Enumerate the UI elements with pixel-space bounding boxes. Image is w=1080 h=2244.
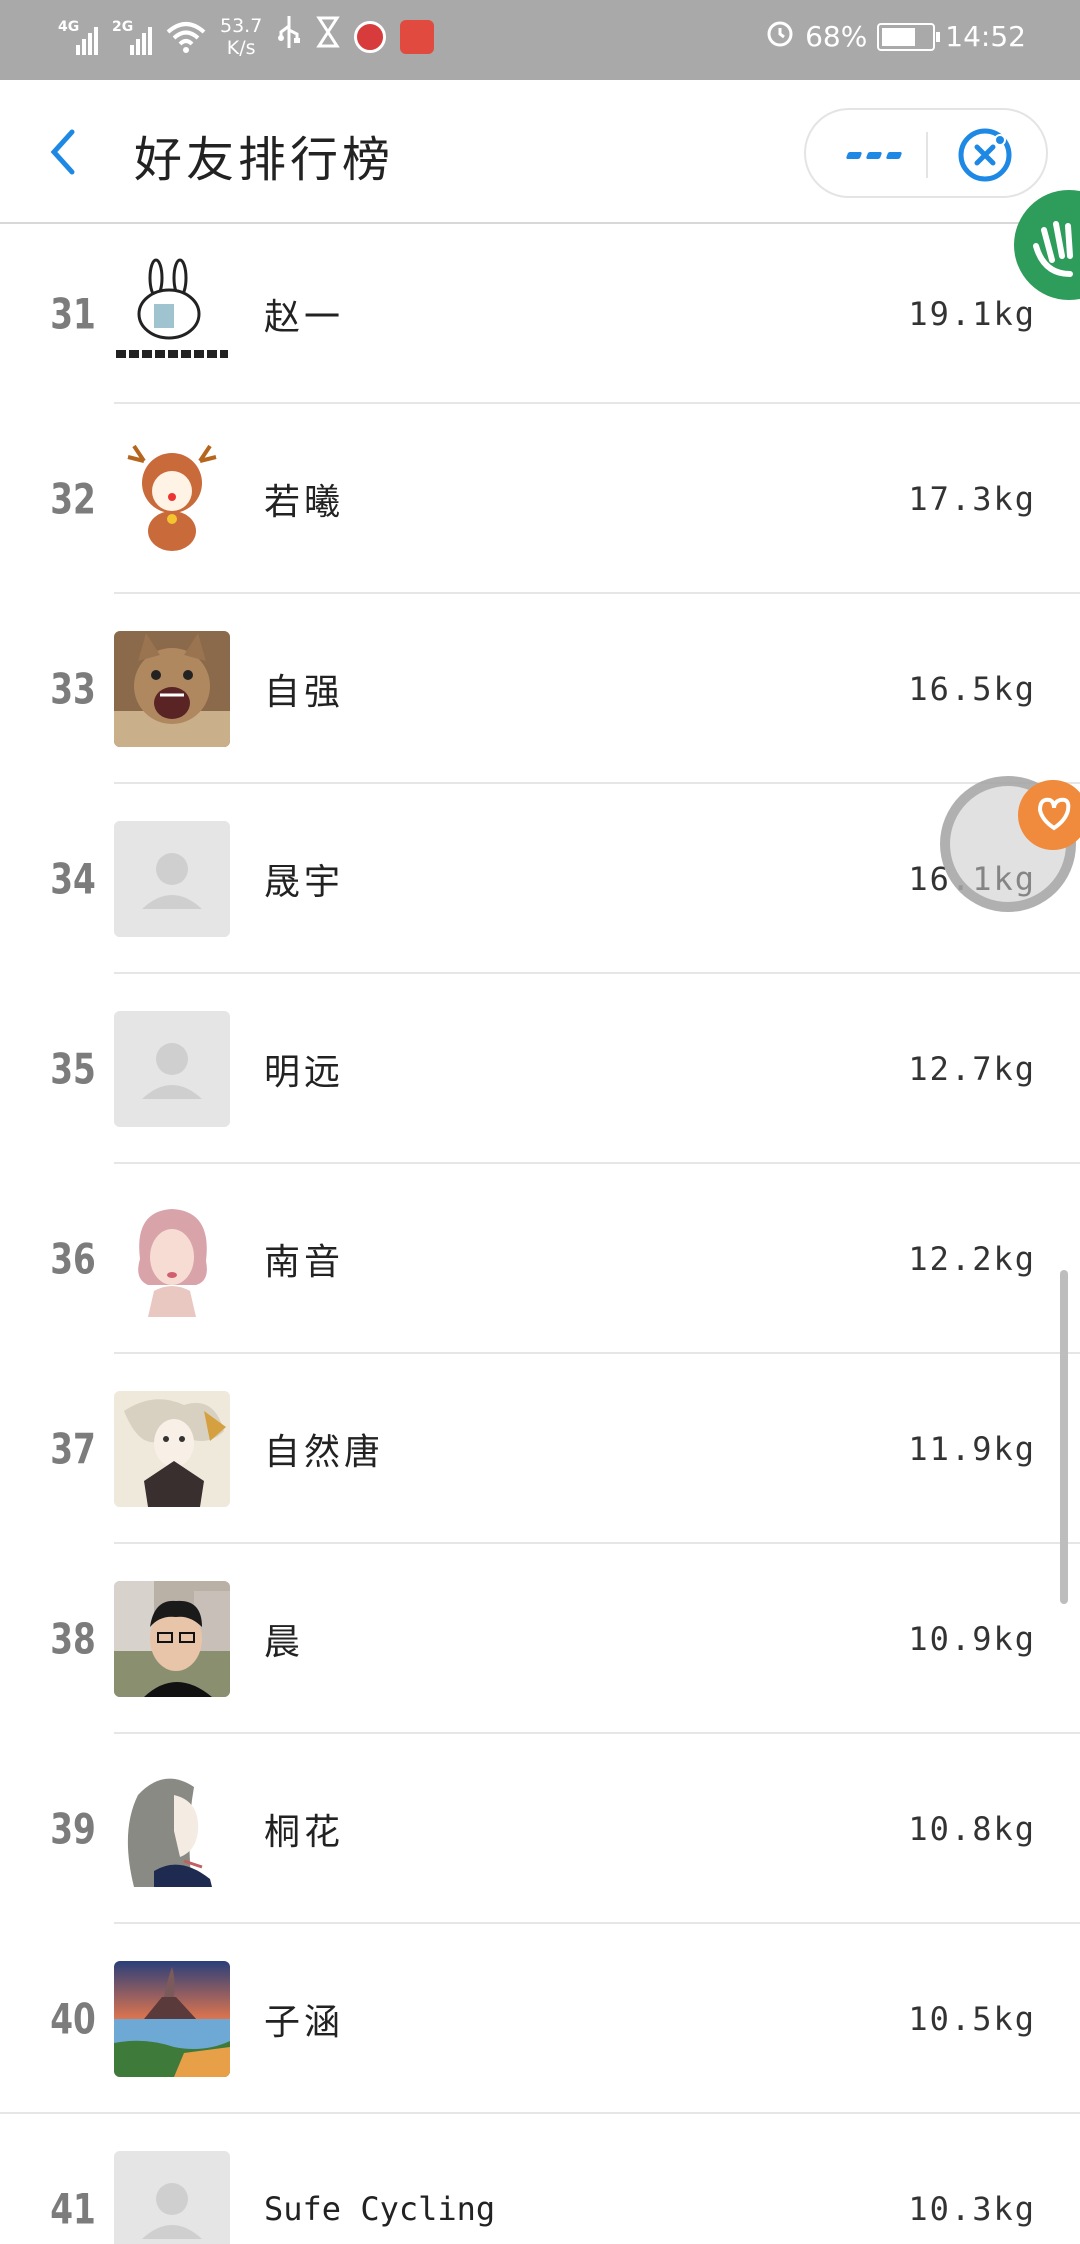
status-bar: 4G 2G 53.7 K/s 68% 14:52 (0, 0, 1080, 80)
more-button[interactable] (834, 130, 914, 180)
ranking-row[interactable]: 40 子涵 10.5kg (0, 1924, 1080, 2114)
ranking-row[interactable]: 33 自强 16.5kg (0, 594, 1080, 784)
signal-2g-label: 2G (112, 18, 134, 35)
music-app-icon (354, 20, 387, 53)
floating-hand-icon[interactable] (1014, 190, 1080, 300)
status-bar-right: 68% 14:52 (765, 18, 1026, 55)
status-bar-left: 4G 2G 53.7 K/s (58, 14, 435, 59)
chevron-left-icon (50, 129, 75, 175)
close-circle-icon (958, 128, 1012, 182)
ranking-row[interactable]: 31 赵一 19.1kg (0, 224, 1080, 404)
friend-weight: 16.5kg (908, 670, 1036, 708)
avatar (114, 631, 230, 747)
rank-number: 36 (50, 1234, 96, 1284)
net-speed: 53.7 K/s (220, 15, 262, 59)
ranking-row[interactable]: 34 晟宇 16.1kg (0, 784, 1080, 974)
rank-number: 39 (50, 1804, 96, 1854)
rank-number: 34 (50, 854, 96, 904)
ranking-row[interactable]: 37 自然唐 11.9kg (0, 1354, 1080, 1544)
more-dot (885, 151, 903, 159)
net-speed-unit: K/s (226, 36, 256, 59)
friend-name: 晟宇 (264, 862, 345, 903)
rank-number: 32 (50, 474, 96, 524)
ranking-row[interactable]: 39 桐花 10.8kg (0, 1734, 1080, 1924)
friend-name: 桐花 (264, 1812, 345, 1853)
rank-number: 41 (50, 2184, 96, 2234)
ranking-row[interactable]: 38 晨 10.9kg (0, 1544, 1080, 1734)
rank-number: 38 (50, 1614, 96, 1664)
battery-icon (877, 22, 941, 51)
rank-number: 35 (50, 1044, 96, 1094)
friend-name: 晨 (264, 1622, 305, 1663)
heart-icon[interactable] (1018, 780, 1080, 850)
signal-4g-icon: 4G (58, 19, 98, 55)
friend-weight: 10.5kg (908, 2000, 1036, 2038)
avatar (114, 441, 230, 557)
default-avatar-icon (114, 2151, 230, 2244)
friend-name: 明远 (264, 1052, 345, 1093)
default-avatar-icon (114, 1011, 230, 1127)
close-button[interactable] (956, 126, 1014, 184)
rank-number: 31 (50, 289, 96, 339)
friend-weight: 17.3kg (908, 480, 1036, 518)
alarm-icon (765, 18, 795, 55)
avatar (114, 1961, 230, 2077)
friend-name: 子涵 (264, 2002, 345, 2043)
nav-header: 好友排行榜 (0, 80, 1080, 224)
clock: 14:52 (945, 20, 1026, 53)
rank-number: 40 (50, 1994, 96, 2044)
signal-4g-label: 4G (58, 18, 80, 35)
friend-name: 若曦 (264, 482, 345, 523)
friend-name: Sufe Cycling (264, 2190, 496, 2228)
rank-number: 37 (50, 1424, 96, 1474)
battery-percent: 68% (805, 20, 868, 53)
page-title: 好友排行榜 (134, 132, 395, 188)
ranking-row[interactable]: 32 若曦 17.3kg (0, 404, 1080, 594)
default-avatar-icon (114, 821, 230, 937)
rank-number: 33 (50, 664, 96, 714)
scrollbar[interactable] (1060, 1270, 1068, 1604)
capsule-divider (926, 132, 928, 178)
friend-weight: 12.7kg (908, 1050, 1036, 1088)
signal-2g-icon: 2G (112, 19, 152, 55)
ranking-row[interactable]: 35 明远 12.7kg (0, 974, 1080, 1164)
avatar (114, 1201, 230, 1317)
friend-name: 赵一 (264, 297, 345, 338)
ranking-row[interactable]: 41 Sufe Cycling 10.3kg (0, 2114, 1080, 2244)
friend-weight: 19.1kg (908, 295, 1036, 333)
friend-weight: 10.3kg (908, 2190, 1036, 2228)
avatar (114, 1771, 230, 1887)
friend-name: 自然唐 (264, 1432, 385, 1473)
friend-weight: 11.9kg (908, 1430, 1036, 1468)
more-dot (865, 151, 883, 159)
miniapp-capsule (804, 108, 1048, 198)
friend-name: 自强 (264, 672, 345, 713)
avatar (114, 1581, 230, 1697)
friend-weight: 10.8kg (908, 1810, 1036, 1848)
hourglass-icon (316, 16, 341, 57)
avatar (114, 1391, 230, 1507)
friend-weight: 12.2kg (908, 1240, 1036, 1278)
wifi-icon (166, 20, 206, 54)
back-button[interactable] (36, 122, 96, 182)
avatar (114, 256, 230, 372)
usb-icon (276, 14, 302, 59)
friend-weight: 10.9kg (908, 1620, 1036, 1658)
friend-name: 南音 (264, 1242, 345, 1283)
calendar-app-icon (400, 19, 435, 54)
net-speed-value: 53.7 (220, 14, 263, 37)
ranking-row[interactable]: 36 南音 12.2kg (0, 1164, 1080, 1354)
more-dot (845, 151, 863, 159)
